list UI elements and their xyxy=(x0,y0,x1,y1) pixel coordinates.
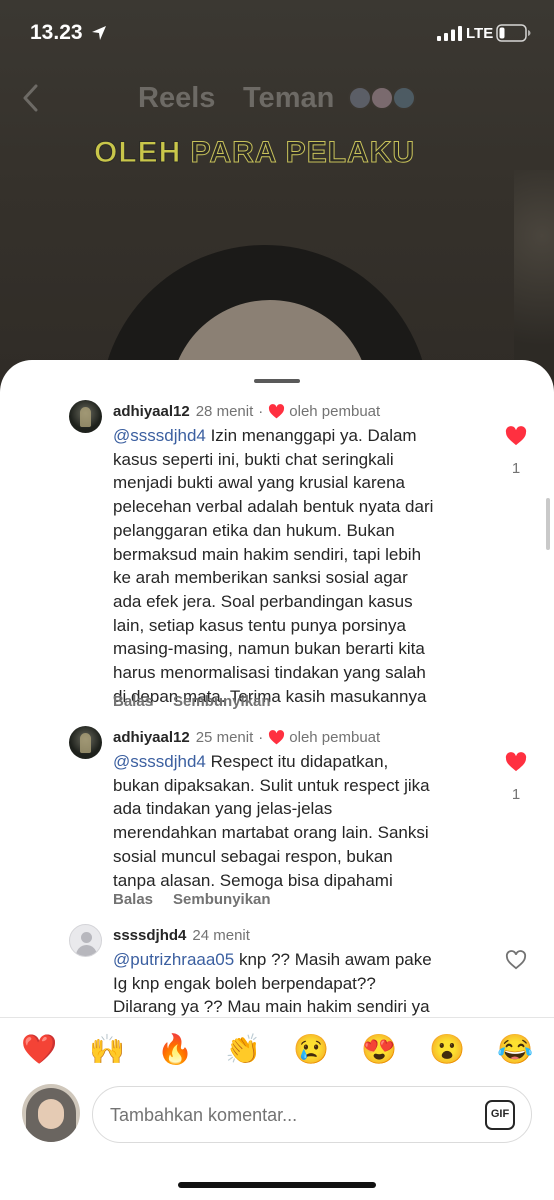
comment-line: Izin menanggapi ya. Dalam xyxy=(205,426,417,445)
comment-text: @putrizhraaa05 knp ?? Masih awam pake Ig … xyxy=(113,948,488,1019)
sheet-drag-handle[interactable] xyxy=(254,379,300,383)
avatar-face-shape xyxy=(38,1099,64,1129)
comment-line: pelanggaran etika dan hukum. Bukan xyxy=(113,520,395,540)
comment-line: lain, setiap kasus tentu punya porsinya xyxy=(113,615,406,635)
comment-username[interactable]: adhiyaal12 xyxy=(113,729,190,746)
meta-separator: · xyxy=(258,402,264,420)
status-time: 13.23 xyxy=(30,21,83,44)
commenter-avatar[interactable] xyxy=(69,726,102,759)
current-user-avatar xyxy=(22,1084,80,1142)
network-type-label: LTE xyxy=(466,25,494,42)
like-count[interactable]: 1 xyxy=(505,460,527,477)
gif-button[interactable]: GIF xyxy=(485,1100,515,1130)
comment-mention[interactable]: @ssssdjhd4 xyxy=(113,752,206,771)
comments-scrollbar[interactable] xyxy=(546,498,550,550)
meta-separator: · xyxy=(258,728,264,746)
liked-by-creator-label: oleh pembuat xyxy=(289,728,381,746)
back-chevron-icon[interactable] xyxy=(20,84,42,112)
reel-caption-text: OLEH PARA PELAKU xyxy=(93,136,416,170)
comment-username[interactable]: ssssdjhd4 xyxy=(113,927,186,944)
emoji-surprised-button[interactable]: 😮 xyxy=(427,1032,467,1068)
location-arrow-icon xyxy=(92,26,106,40)
comment-line: ada tindakan yang jelas-jelas xyxy=(113,799,333,819)
hide-button[interactable]: Sembunyikan xyxy=(173,693,271,710)
comment-mention[interactable]: @putrizhraaa05 xyxy=(113,950,234,969)
comment-line: knp ?? Masih awam pake xyxy=(234,950,432,969)
reel-video-background: 13.23 LTE Reels Teman OLEH PARA PELAKU xyxy=(0,0,554,420)
comment-line: bermaksud main hakim sendiri, tapi lebih xyxy=(113,544,422,564)
emoji-heart-button[interactable]: ❤️ xyxy=(19,1032,59,1068)
comment-mention[interactable]: @ssssdjhd4 xyxy=(113,426,206,445)
like-count[interactable]: 1 xyxy=(505,786,527,803)
comment-line: sosial muncul sebagai respon, bukan xyxy=(113,846,393,866)
tab-reels[interactable]: Reels xyxy=(138,82,215,115)
reply-button[interactable]: Balas xyxy=(113,891,153,908)
comment-input[interactable]: Tambahkan komentar... GIF xyxy=(92,1086,532,1143)
comment-username[interactable]: adhiyaal12 xyxy=(113,403,190,420)
emoji-heart-eyes-button[interactable]: 😍 xyxy=(359,1032,399,1068)
commenter-avatar[interactable] xyxy=(69,400,102,433)
comment-line: merendahkan martabat orang lain. Sanksi xyxy=(113,823,429,843)
home-indicator[interactable] xyxy=(178,1182,376,1188)
comment-text: @ssssdjhd4 Izin menanggapi ya. Dalam kasu… xyxy=(113,424,488,708)
comment-line: harus menormalisasi tindakan yang salah xyxy=(113,663,426,683)
emoji-raised-hands-button[interactable]: 🙌 xyxy=(87,1032,127,1068)
emoji-clapping-button[interactable]: 👏 xyxy=(223,1032,263,1068)
reply-button[interactable]: Balas xyxy=(113,693,153,710)
comment-time: 24 menit xyxy=(192,926,250,944)
comment-line: Respect itu didapatkan, xyxy=(205,752,389,771)
emoji-reaction-bar: ❤️ 🙌 🔥 👏 😢 😍 😮 😂 xyxy=(0,1017,554,1083)
like-heart-filled-icon[interactable] xyxy=(505,752,527,772)
status-bar: 13.23 LTE xyxy=(0,0,554,66)
comment-line: kasus seperti ini, bukti chat seringkali xyxy=(113,449,394,469)
like-heart-filled-icon[interactable] xyxy=(505,426,527,446)
comment-line: tanpa alasan. Semoga bisa dipahami xyxy=(113,870,393,890)
reel-background-plant xyxy=(514,170,554,390)
liked-by-creator-label: oleh pembuat xyxy=(289,402,381,420)
reel-caption-rest: PARA PELAKU xyxy=(181,136,416,170)
comment-meta: ssssdjhd4 24 menit xyxy=(113,924,255,946)
comment-meta: adhiyaal12 28 menit · oleh pembuat xyxy=(113,400,380,422)
friend-avatar xyxy=(348,86,372,110)
cellular-signal-icon xyxy=(437,26,462,41)
comment-actions: Balas Sembunyikan xyxy=(113,891,271,908)
creator-liked-heart-icon xyxy=(269,729,285,744)
hide-button[interactable]: Sembunyikan xyxy=(173,891,271,908)
emoji-crying-button[interactable]: 😢 xyxy=(291,1032,331,1068)
creator-liked-heart-icon xyxy=(269,403,285,418)
comment-line: Ig knp engak boleh berpendapat?? xyxy=(113,973,376,993)
friends-avatar-stack[interactable] xyxy=(348,86,420,112)
comment-input-placeholder: Tambahkan komentar... xyxy=(110,1105,298,1125)
comment-line: menjadi bukti awal yang krusial karena xyxy=(113,473,405,493)
comment-line: bukan dipaksakan. Sulit untuk respect ji… xyxy=(113,775,430,795)
comment-line: ada efek jera. Soal perbandingan kasus xyxy=(113,591,413,611)
comment-line: Dilarang ya ?? Mau main hakim sendiri ya xyxy=(113,997,430,1017)
like-heart-outline-icon[interactable] xyxy=(505,950,527,970)
comment-line: ke arah memberikan sanksi sosial agar xyxy=(113,568,408,588)
reel-caption-highlight: OLEH xyxy=(93,136,182,170)
commenter-avatar[interactable] xyxy=(69,924,102,957)
comment-meta: adhiyaal12 25 menit · oleh pembuat xyxy=(113,726,380,748)
comment-line: masing-masing, namun bukan berarti kita xyxy=(113,639,425,659)
friend-avatar xyxy=(370,86,394,110)
emoji-fire-button[interactable]: 🔥 xyxy=(155,1032,195,1068)
comment-time: 28 menit xyxy=(195,402,254,420)
battery-icon xyxy=(496,24,531,42)
comment-line: pelecehan verbal adalah bentuk nyata dar… xyxy=(113,497,434,517)
comment-time: 25 menit xyxy=(195,728,254,746)
friend-avatar xyxy=(392,86,416,110)
comment-actions: Balas Sembunyikan xyxy=(113,693,271,710)
comment-text: @ssssdjhd4 Respect itu didapatkan, bukan … xyxy=(113,750,488,892)
emoji-laughing-button[interactable]: 😂 xyxy=(495,1032,535,1068)
tab-friends[interactable]: Teman xyxy=(243,82,334,115)
